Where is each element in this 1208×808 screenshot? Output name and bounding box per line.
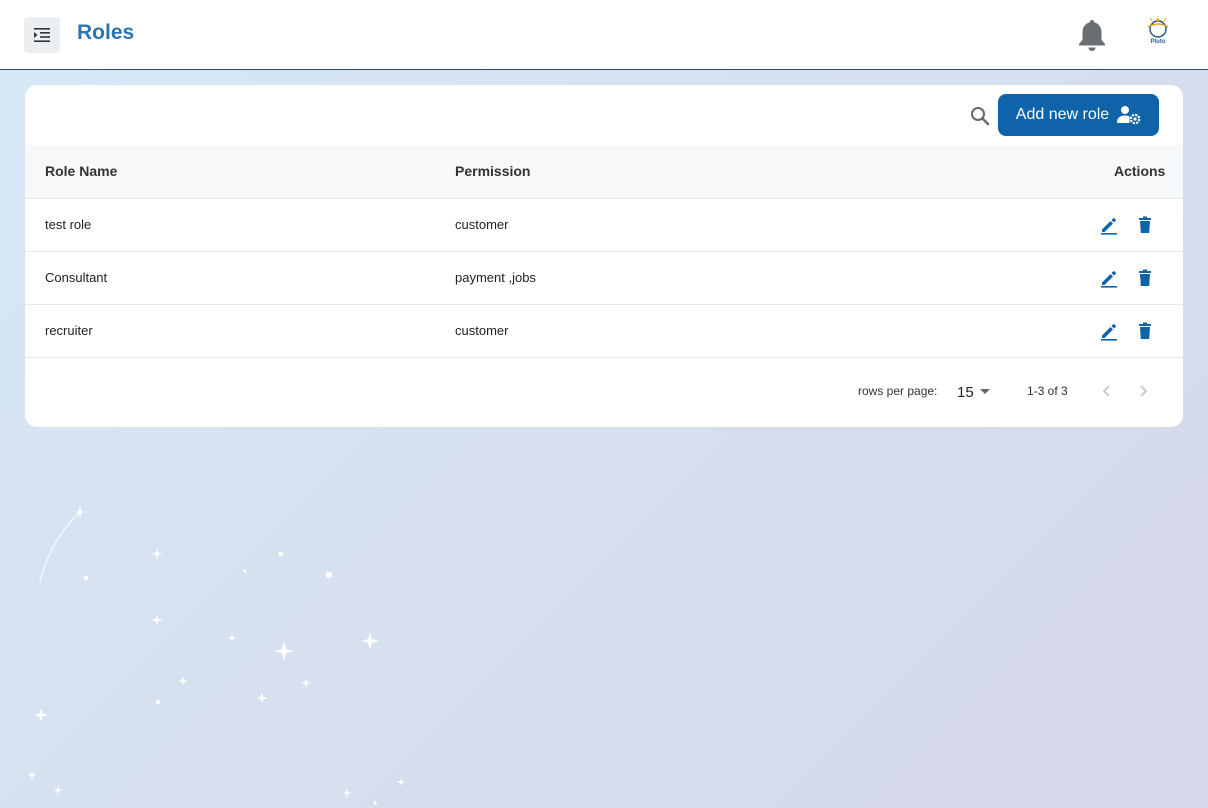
- table-row: Consultant payment ,jobs: [25, 252, 1183, 305]
- bell-icon[interactable]: [1076, 18, 1108, 52]
- delete-icon[interactable]: [1135, 268, 1155, 288]
- column-header-role-name: Role Name: [45, 163, 118, 179]
- role-name-cell: test role: [45, 217, 92, 232]
- column-header-actions: Actions: [1114, 163, 1166, 179]
- user-gear-icon: [1117, 106, 1141, 125]
- rows-per-page-label: rows per page:: [858, 384, 938, 398]
- permission-cell: payment ,jobs: [455, 270, 536, 285]
- roles-card: Add new role Role Name Permission Action…: [25, 85, 1183, 427]
- chevron-left-icon[interactable]: [1099, 383, 1115, 399]
- page-range-text: 1-3 of 3: [1027, 384, 1068, 398]
- avatar[interactable]: Pluto: [1140, 16, 1176, 52]
- page-title: Roles: [77, 21, 135, 44]
- sparkle-decoration: [27, 506, 405, 805]
- permission-cell: customer: [455, 323, 509, 338]
- table-header: Role Name Permission Actions: [25, 145, 1183, 199]
- edit-icon[interactable]: [1099, 215, 1119, 235]
- chevron-right-icon[interactable]: [1135, 383, 1151, 399]
- add-new-role-label: Add new role: [1015, 106, 1110, 123]
- caret-down-icon: [979, 389, 990, 394]
- permission-cell: customer: [455, 217, 509, 232]
- top-bar: Roles Pluto: [0, 0, 1208, 70]
- table-row: recruiter customer: [25, 305, 1183, 358]
- add-new-role-button[interactable]: Add new role: [998, 94, 1159, 136]
- column-header-permission: Permission: [455, 163, 531, 179]
- edit-icon[interactable]: [1099, 321, 1119, 341]
- table-row: test role customer: [25, 199, 1183, 252]
- delete-icon[interactable]: [1135, 215, 1155, 235]
- role-name-cell: Consultant: [45, 270, 108, 285]
- avatar-label: Pluto: [1150, 39, 1166, 45]
- menu-toggle-button[interactable]: [24, 17, 60, 53]
- search-icon[interactable]: [969, 105, 991, 127]
- rows-per-page-value: 15: [957, 383, 974, 401]
- edit-icon[interactable]: [1099, 268, 1119, 288]
- role-name-cell: recruiter: [45, 323, 93, 338]
- delete-icon[interactable]: [1135, 321, 1155, 341]
- menu-indent-icon: [34, 28, 50, 42]
- rows-per-page-select[interactable]: 15: [957, 382, 997, 402]
